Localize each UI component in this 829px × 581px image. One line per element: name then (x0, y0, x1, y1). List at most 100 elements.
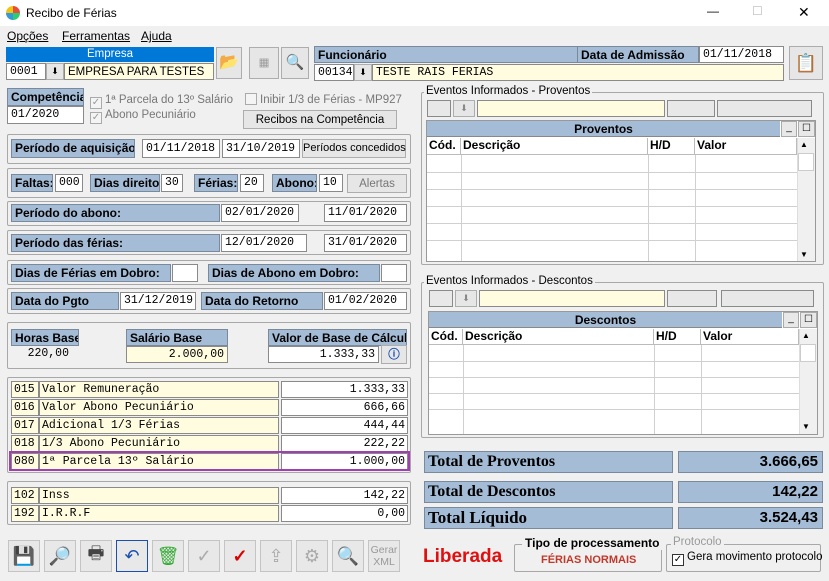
desc-vline-3 (701, 345, 702, 434)
abono-label: Abono: (272, 174, 317, 192)
empresa-lookup-button[interactable]: ⬇ (46, 63, 64, 80)
zoom-button[interactable]: 🔍 (332, 540, 364, 572)
protocolo-check[interactable]: ✓ Gera movimento protocolo (672, 551, 823, 566)
periodos-concedidos-button[interactable]: Períodos concedidos (302, 139, 406, 158)
salario-base-value[interactable]: 2.000,00 (126, 346, 228, 363)
menu-ferramentas[interactable]: Ferramentas (62, 29, 130, 43)
evento-row[interactable]: 016 Valor Abono Pecuniário 666,66 (11, 399, 408, 417)
desconto-row[interactable]: 102 Inss 142,22 (11, 487, 408, 505)
close-button[interactable]: ✕ (798, 4, 810, 21)
funcionario-label: Funcionário (314, 46, 578, 63)
abono-value[interactable]: 10 (319, 174, 343, 192)
prov-hline-4 (427, 223, 797, 224)
info-button[interactable]: ⓘ (381, 345, 407, 364)
prov-lookup-button[interactable]: ⬇ (453, 100, 475, 117)
desc-valor-input[interactable] (721, 290, 814, 307)
alertas-button[interactable]: Alertas (347, 174, 407, 193)
aquisicao-start[interactable]: 01/11/2018 (142, 139, 220, 158)
evento-code: 016 (11, 399, 39, 416)
desc-col-valor: Valor (701, 329, 799, 345)
desc-lookup-button[interactable]: ⬇ (455, 290, 477, 307)
retorno-date: 01/02/2020 (324, 292, 407, 310)
proventos-panel-title: Eventos Informados - Proventos (424, 85, 593, 97)
prov-code-input[interactable] (427, 100, 451, 117)
faltas-value[interactable]: 000 (55, 174, 83, 192)
desc-grid-min-icon[interactable]: _ (783, 312, 799, 328)
ferias-label: Férias: (194, 174, 238, 192)
periodo-abono-end[interactable]: 11/01/2020 (324, 204, 407, 222)
evento-row[interactable]: 017 Adicional 1/3 Férias 444,44 (11, 417, 408, 435)
settings-button[interactable]: ⚙ (296, 540, 328, 572)
periodo-abono-start[interactable]: 02/01/2020 (221, 204, 299, 222)
abono-dobro-value[interactable] (381, 264, 407, 282)
periodo-ferias-label: Período das férias: (11, 234, 220, 252)
total-liquido-label: Total Líquido (424, 507, 673, 529)
desc-hd-input[interactable] (667, 290, 717, 307)
desc-scroll-down-icon[interactable]: ▼ (802, 422, 810, 431)
desc-scroll-up-icon[interactable]: ▲ (802, 331, 810, 340)
pgto-date[interactable]: 31/12/2019 (120, 292, 196, 310)
delete-button[interactable]: 🗑 (152, 540, 184, 572)
desc-vline-2 (654, 345, 655, 434)
evento-value: 666,66 (281, 399, 408, 416)
protocolo-check-label: Gera movimento protocolo (687, 551, 823, 563)
open-folder-button[interactable]: 📂 (216, 47, 242, 79)
prov-grid-max-icon[interactable]: ☐ (798, 121, 815, 137)
print-button[interactable]: 🖶 (80, 540, 112, 572)
search-doc-button[interactable]: 🔍 (281, 47, 309, 79)
dias-direito-value: 30 (161, 174, 183, 192)
evento-code: 018 (11, 435, 39, 452)
dias-direito-label: Dias direito: (90, 174, 160, 192)
aquisicao-label: Período de aquisição: (11, 139, 135, 158)
protocolo-label: Protocolo (671, 536, 724, 548)
inibir-check[interactable]: Inibir 1/3 de Férias - MP927 (245, 93, 402, 107)
aquisicao-end[interactable]: 31/10/2019 (222, 139, 300, 158)
abono-check[interactable]: ✓ Abono Pecuniário (90, 108, 196, 124)
empresa-code[interactable]: 0001 (6, 63, 46, 80)
desconto-row[interactable]: 192 I.R.R.F 0,00 (11, 505, 408, 523)
maximize-button[interactable]: ☐ (752, 4, 763, 18)
prov-scroll-down-icon[interactable]: ▼ (800, 250, 808, 259)
prov-valor-input[interactable] (717, 100, 812, 117)
prov-grid-min-icon[interactable]: _ (781, 121, 797, 137)
search-button[interactable]: 🔎 (44, 540, 76, 572)
calc-button[interactable]: ▦ (249, 47, 279, 79)
desc-grid-max-icon[interactable]: ☐ (800, 312, 817, 328)
minimize-button[interactable]: — (707, 4, 719, 18)
inibir-checkbox[interactable] (245, 93, 257, 105)
abono-checkbox[interactable]: ✓ (90, 112, 102, 124)
funcionario-lookup-button[interactable]: ⬇ (354, 64, 372, 81)
menu-opcoes[interactable]: Opções (7, 29, 48, 43)
export-button[interactable]: ⇪ (260, 540, 292, 572)
funcionario-code[interactable]: 00134 (314, 64, 354, 81)
prov-scroll-thumb[interactable] (798, 153, 814, 171)
recibos-competencia-button[interactable]: Recibos na Competência (243, 110, 397, 129)
evento-value: 1.333,33 (281, 381, 408, 398)
periodo-ferias-end[interactable]: 31/01/2020 (324, 234, 407, 252)
parcela13-check[interactable]: ✓ 1ª Parcela do 13º Salário (90, 93, 233, 109)
desconto-value: 0,00 (281, 505, 408, 522)
save-button[interactable]: 💾 (8, 540, 40, 572)
desc-scroll-thumb[interactable] (800, 344, 816, 362)
prov-hd-input[interactable] (667, 100, 715, 117)
desc-code-input[interactable] (429, 290, 453, 307)
check-gray-button[interactable]: ✓ (188, 540, 220, 572)
competencia-value[interactable]: 01/2020 (7, 106, 84, 124)
prov-col-hd: H/D (648, 138, 695, 155)
undo-button[interactable]: ↶ (116, 540, 148, 572)
desc-col-hd: H/D (654, 329, 701, 345)
ferias-value[interactable]: 20 (240, 174, 264, 192)
confirm-button[interactable]: ✓ (224, 540, 256, 572)
periodo-ferias-start[interactable]: 12/01/2020 (221, 234, 307, 252)
ferias-dobro-value[interactable] (172, 264, 198, 282)
protocolo-checkbox[interactable]: ✓ (672, 554, 684, 566)
prov-vline-3 (695, 155, 696, 261)
evento-row[interactable]: 015 Valor Remuneração 1.333,33 (11, 381, 408, 399)
gerar-xml-button[interactable]: Gerar XML (368, 540, 400, 572)
ficha-button[interactable]: 📋 (789, 46, 823, 80)
prov-scroll-up-icon[interactable]: ▲ (800, 140, 808, 149)
total-liquido-value: 3.524,43 (678, 507, 823, 529)
desconto-desc: Inss (39, 487, 279, 504)
inibir-label: Inibir 1/3 de Férias - MP927 (260, 94, 402, 106)
menu-ajuda[interactable]: Ajuda (141, 29, 172, 43)
